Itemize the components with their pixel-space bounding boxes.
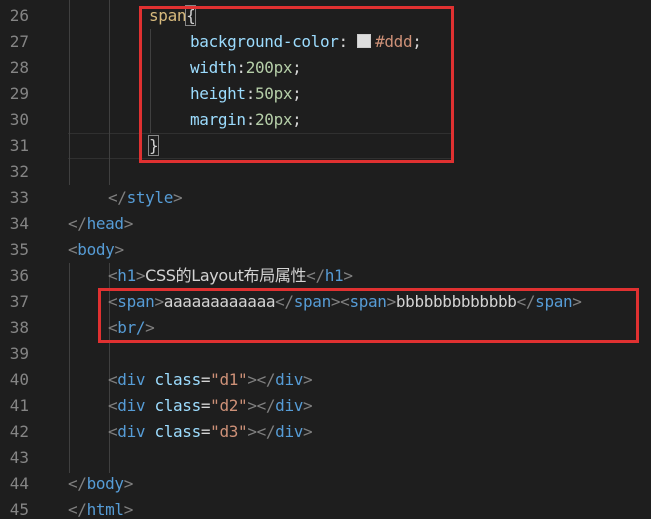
line-number: 45 [9,500,29,519]
token: "d1" [210,370,248,389]
line-number: 29 [9,84,29,103]
line-number: 39 [9,344,29,363]
token: div [117,396,146,415]
line-number: 31 [9,136,29,155]
token: > [303,396,313,415]
token: < [108,370,118,389]
token: = [200,422,211,441]
code-line[interactable]: 40 <div class="d1"></div> [0,367,651,393]
token: < [108,396,118,415]
token: > [123,214,134,233]
token: </ [68,214,87,233]
token: = [200,370,211,389]
line-number: 34 [9,214,29,233]
token: = [200,396,211,415]
code-text: </body> [68,471,133,497]
line-number: 38 [9,318,29,337]
token: head [86,214,124,233]
code-text: <body> [68,237,124,263]
token: div [117,370,146,389]
token: > [123,474,134,493]
token: ></ [247,422,276,441]
code-text: </head> [68,211,133,237]
line-number: 27 [9,32,29,51]
token: h1 [324,266,344,285]
token: div [275,396,304,415]
line-number: 35 [9,240,29,259]
line-number: 33 [9,188,29,207]
token: div [275,422,304,441]
code-text: </style> [108,185,183,211]
token: CSS的Layout布局属性 [145,266,307,285]
line-number: 26 [9,6,29,25]
token: ></ [247,396,276,415]
code-line[interactable]: 42 <div class="d3"></div> [0,419,651,445]
token: > [123,500,134,519]
token: body [86,474,124,493]
token: </ [68,500,87,519]
code-text: <div class="d3"></div> [108,419,313,445]
token: "d3" [210,422,248,441]
token: div [275,370,304,389]
code-line[interactable]: 34 </head> [0,211,651,237]
code-text: </html> [68,497,133,519]
line-number: 41 [9,396,29,415]
code-line[interactable]: 39 [0,341,651,367]
highlight-box-span-rule [139,6,454,163]
token: < [68,240,78,259]
line-number: 32 [9,162,29,181]
line-number: 44 [9,474,29,493]
token: </ [68,474,87,493]
token: </ [108,188,127,207]
line-number: 40 [9,370,29,389]
token: class [154,422,201,441]
code-text: <div class="d2"></div> [108,393,313,419]
code-text: <div class="d1"></div> [108,367,313,393]
token: > [303,422,313,441]
highlight-box-span-markup [98,288,639,343]
code-line[interactable]: 33 </style> [0,185,651,211]
token: "d2" [210,396,248,415]
token: < [108,266,118,285]
token: > [173,188,183,207]
code-text: <h1>CSS的Layout布局属性</h1> [108,263,353,289]
token: > [303,370,313,389]
token: div [117,422,146,441]
line-number: 43 [9,448,29,467]
line-number: 42 [9,422,29,441]
line-number: 28 [9,58,29,77]
token: > [114,240,124,259]
token: style [126,188,174,207]
code-line[interactable]: 44 </body> [0,471,651,497]
token: html [86,500,124,519]
token: > [135,266,146,285]
token: </ [306,266,325,285]
code-line[interactable]: 36 <h1>CSS的Layout布局属性</h1> [0,263,651,289]
code-line[interactable]: 35 <body> [0,237,651,263]
token: > [343,266,353,285]
token: class [154,370,201,389]
token: class [154,396,201,415]
line-number: 36 [9,266,29,285]
line-number: 37 [9,292,29,311]
code-line[interactable]: 43 [0,445,651,471]
token: ></ [247,370,276,389]
token: h1 [117,266,136,285]
code-line[interactable]: 45 </html> [0,497,651,519]
token: body [77,240,115,259]
code-line[interactable]: 41 <div class="d2"></div> [0,393,651,419]
code-editor[interactable]: 26 span{27 background-color: #ddd; 28 width:… [0,0,651,519]
line-number: 30 [9,110,29,129]
token: < [108,422,118,441]
